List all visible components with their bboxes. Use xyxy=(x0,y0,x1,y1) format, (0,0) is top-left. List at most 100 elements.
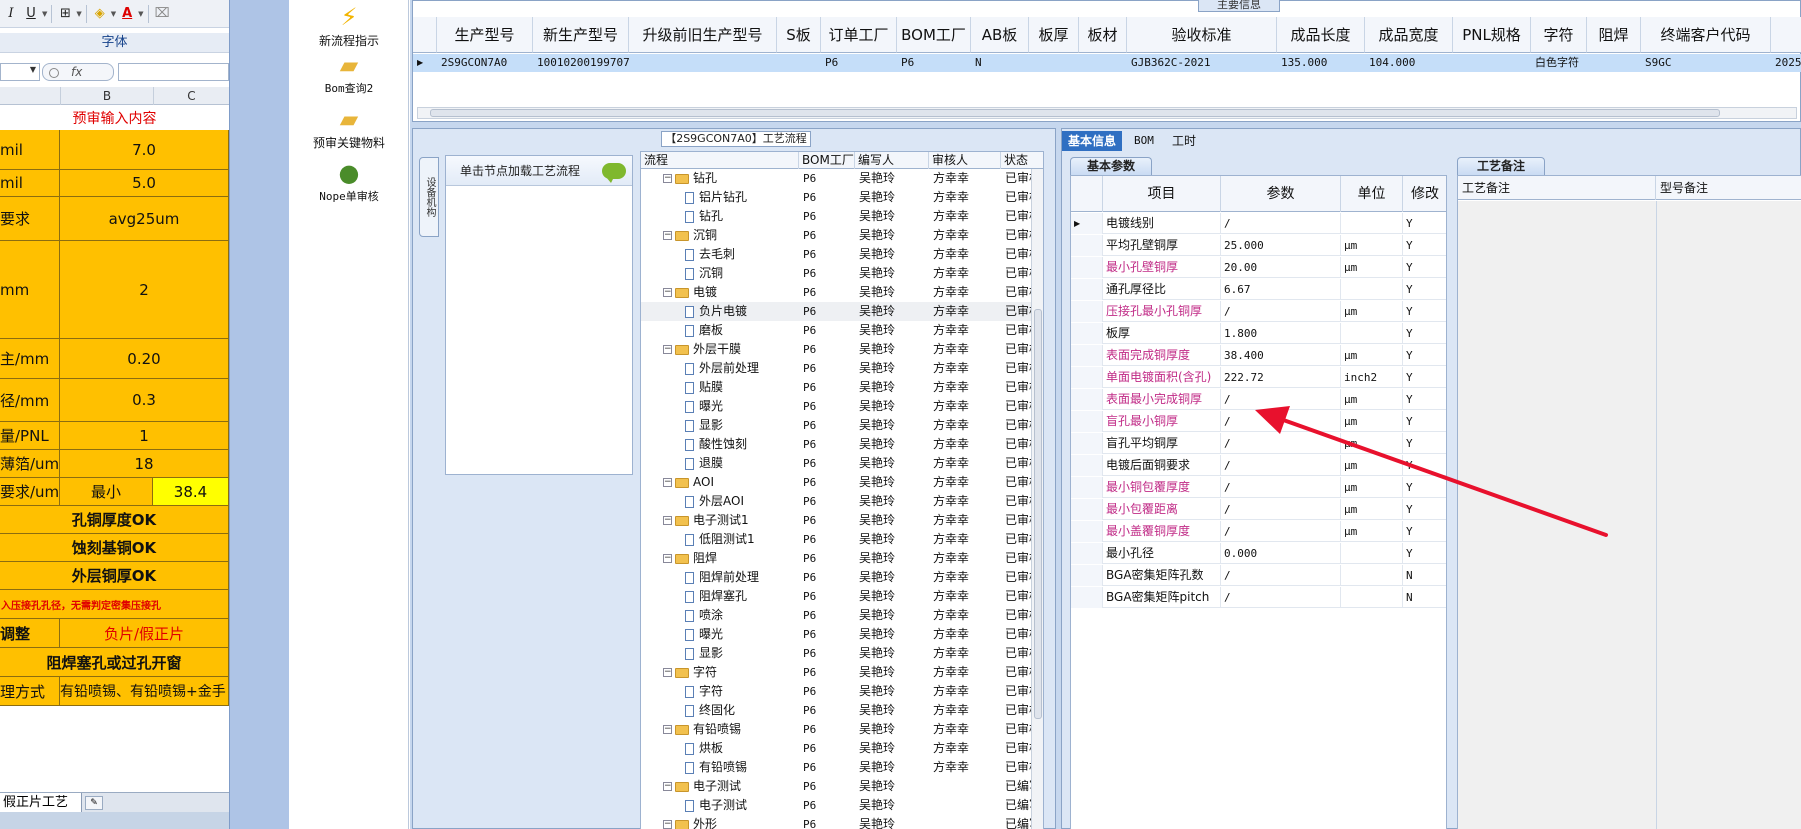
scrollbar-thumb[interactable] xyxy=(430,109,1720,117)
table-cell[interactable] xyxy=(777,54,821,72)
table-row[interactable]: 表面最小完成铜厚 / μm Y xyxy=(1071,389,1446,410)
excel-cell[interactable]: 2 xyxy=(60,241,229,339)
column-header[interactable]: 参数 xyxy=(1221,176,1341,212)
excel-cell[interactable]: 蚀刻基铜OK xyxy=(0,534,229,562)
table-row[interactable]: 盲孔平均铜厚 / μm Y xyxy=(1071,433,1446,454)
side-tab[interactable]: 设备机构 xyxy=(419,157,439,237)
param-modifiable[interactable]: Y xyxy=(1403,235,1446,256)
cancel-icon[interactable] xyxy=(49,67,59,78)
column-header[interactable]: S板 xyxy=(777,17,821,53)
tree-node[interactable]: 低阻测试1 xyxy=(685,530,797,549)
tree-node[interactable]: − 字符 xyxy=(663,663,797,682)
param-value[interactable]: / xyxy=(1221,433,1341,454)
excel-cell[interactable]: mm xyxy=(0,241,60,339)
tree-row[interactable]: − 外层干膜 P6 吴艳玲 方幸幸 已审核 xyxy=(641,340,1033,359)
column-header[interactable]: 验收标准 xyxy=(1127,17,1277,53)
table-row[interactable]: BGA密集矩阵pitch / N xyxy=(1071,587,1446,608)
table-cell[interactable]: P6 xyxy=(897,54,971,72)
collapse-icon[interactable]: − xyxy=(663,345,672,354)
tree-row[interactable]: − 沉铜 P6 吴艳玲 方幸幸 已审核 xyxy=(641,226,1033,245)
tree-node[interactable]: 烘板 xyxy=(685,739,797,758)
chevron-down-icon[interactable]: ▼ xyxy=(30,65,36,74)
column-header[interactable]: 生产型号 xyxy=(437,17,533,53)
tree-row[interactable]: − 字符 P6 吴艳玲 方幸幸 已审核 xyxy=(641,663,1033,682)
tree-row[interactable]: 外层AOI P6 吴艳玲 方幸幸 已审核 xyxy=(641,492,1033,511)
param-unit[interactable] xyxy=(1341,213,1403,234)
column-header[interactable]: 型号创建时间 xyxy=(1771,17,1801,53)
excel-cell[interactable]: 量/PNL xyxy=(0,422,60,450)
param-unit[interactable] xyxy=(1341,323,1403,344)
param-unit[interactable]: μm xyxy=(1341,235,1403,256)
excel-cell[interactable]: 入压接孔孔径，无需判定密集压接孔 xyxy=(0,590,229,619)
excel-cell[interactable]: 孔铜厚度OK xyxy=(0,506,229,534)
param-value[interactable]: 222.72 xyxy=(1221,367,1341,388)
param-unit[interactable]: μm xyxy=(1341,411,1403,432)
table-row[interactable]: 最小包覆距离 / μm Y xyxy=(1071,499,1446,520)
param-unit[interactable] xyxy=(1341,279,1403,300)
param-modifiable[interactable]: Y xyxy=(1403,301,1446,322)
param-unit[interactable]: inch2 xyxy=(1341,367,1403,388)
param-unit[interactable] xyxy=(1341,565,1403,586)
param-unit[interactable] xyxy=(1341,587,1403,608)
tree-row[interactable]: 烘板 P6 吴艳玲 方幸幸 已审核 xyxy=(641,739,1033,758)
tree-row[interactable]: 阻焊塞孔 P6 吴艳玲 方幸幸 已审核 xyxy=(641,587,1033,606)
param-value[interactable]: / xyxy=(1221,477,1341,498)
launcher-item-nope-review[interactable]: ● Nope单审核 xyxy=(289,160,409,204)
param-value[interactable]: 6.67 xyxy=(1221,279,1341,300)
table-cell[interactable]: 104.000 xyxy=(1365,54,1453,72)
excel-cell[interactable]: 外层铜厚OK xyxy=(0,562,229,590)
param-unit[interactable]: μm xyxy=(1341,521,1403,542)
param-modifiable[interactable]: Y xyxy=(1403,323,1446,344)
vertical-scrollbar[interactable] xyxy=(1031,169,1043,829)
excel-cell[interactable]: 要求/um xyxy=(0,478,60,506)
column-header[interactable]: 阻焊 xyxy=(1587,17,1641,53)
param-value[interactable]: / xyxy=(1221,301,1341,322)
tree-node[interactable]: 磨板 xyxy=(685,321,797,340)
param-value[interactable]: / xyxy=(1221,411,1341,432)
param-value[interactable]: 0.000 xyxy=(1221,543,1341,564)
param-value[interactable]: / xyxy=(1221,499,1341,520)
param-modifiable[interactable]: Y xyxy=(1403,367,1446,388)
table-cell[interactable]: 白色字符 xyxy=(1531,54,1587,72)
collapse-icon[interactable]: − xyxy=(663,554,672,563)
column-header[interactable]: 订单工厂 xyxy=(821,17,897,53)
excel-cell[interactable]: 0.20 xyxy=(60,339,229,379)
param-unit[interactable]: μm xyxy=(1341,455,1403,476)
param-unit[interactable]: μm xyxy=(1341,477,1403,498)
tree-row[interactable]: 终固化 P6 吴艳玲 方幸幸 已审核 xyxy=(641,701,1033,720)
tree-row[interactable]: − 电子测试1 P6 吴艳玲 方幸幸 已审核 xyxy=(641,511,1033,530)
collapse-icon[interactable]: − xyxy=(663,725,672,734)
tree-node[interactable]: 外层前处理 xyxy=(685,359,797,378)
tree-node[interactable]: 退膜 xyxy=(685,454,797,473)
param-value[interactable]: / xyxy=(1221,455,1341,476)
tree-row[interactable]: 酸性蚀刻 P6 吴艳玲 方幸幸 已审核 xyxy=(641,435,1033,454)
collapse-icon[interactable]: − xyxy=(663,782,672,791)
table-row[interactable]: ▶ 电镀线别 / Y xyxy=(1071,213,1446,234)
excel-cell[interactable]: 负片/假正片 xyxy=(60,619,229,648)
tree-node[interactable]: − 阻焊 xyxy=(663,549,797,568)
column-header[interactable]: 流程 xyxy=(641,152,799,169)
table-row[interactable]: 单面电镀面积(含孔) 222.72 inch2 Y xyxy=(1071,367,1446,388)
collapse-icon[interactable]: − xyxy=(663,668,672,677)
column-header[interactable]: 板材 xyxy=(1079,17,1127,53)
param-modifiable[interactable]: Y xyxy=(1403,499,1446,520)
tree-row[interactable]: 贴膜 P6 吴艳玲 方幸幸 已审核 xyxy=(641,378,1033,397)
table-cell[interactable] xyxy=(1453,54,1531,72)
tree-row[interactable]: 低阻测试1 P6 吴艳玲 方幸幸 已审核 xyxy=(641,530,1033,549)
tree-node[interactable]: 阻焊塞孔 xyxy=(685,587,797,606)
column-header[interactable]: 审核人 xyxy=(929,152,1001,169)
column-header[interactable]: AB板 xyxy=(971,17,1029,53)
param-modifiable[interactable]: Y xyxy=(1403,411,1446,432)
tree-node[interactable]: 钻孔 xyxy=(685,207,797,226)
tree-node[interactable]: − 沉铜 xyxy=(663,226,797,245)
tab-work-hours[interactable]: 工时 xyxy=(1166,131,1202,151)
param-value[interactable]: 38.400 xyxy=(1221,345,1341,366)
tree-node[interactable]: 贴膜 xyxy=(685,378,797,397)
excel-cell[interactable]: 理方式 xyxy=(0,677,60,706)
table-cell[interactable] xyxy=(629,54,777,72)
tab-basic-info[interactable]: 基本信息 xyxy=(1062,131,1123,151)
table-cell[interactable]: P6 xyxy=(821,54,897,72)
launcher-item-key-materials[interactable]: ▰ 预审关键物料 xyxy=(289,106,409,151)
param-modifiable[interactable]: Y xyxy=(1403,345,1446,366)
fx-label[interactable]: fx xyxy=(71,65,82,79)
